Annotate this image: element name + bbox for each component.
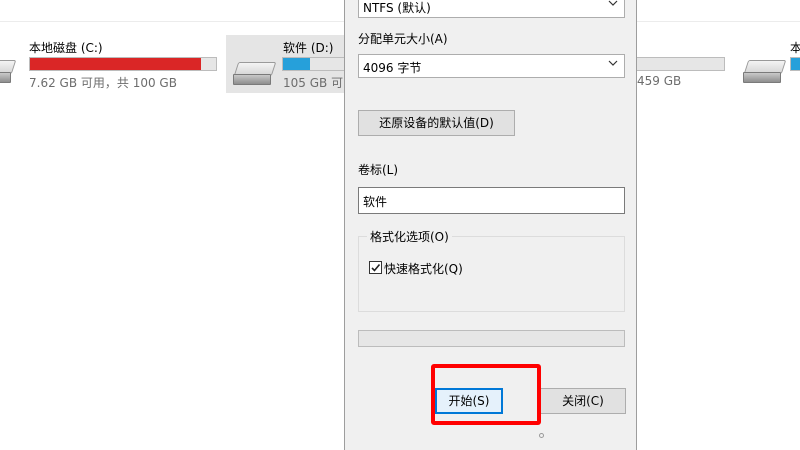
hard-drive-icon bbox=[233, 62, 277, 86]
close-button[interactable]: 关闭(C) bbox=[540, 388, 626, 414]
drive-name: 本 bbox=[790, 41, 800, 55]
drive-usage-fill bbox=[283, 58, 311, 70]
drive-space-text: 7.62 GB 可用，共 100 GB bbox=[29, 76, 177, 90]
drive-name: 软件 (D:) bbox=[283, 41, 334, 55]
resize-grip-icon[interactable] bbox=[539, 433, 544, 438]
drive-tile-d[interactable]: 软件 (D:) 105 GB 可 bbox=[226, 35, 352, 93]
format-options-title: 格式化选项(O) bbox=[367, 228, 452, 245]
drive-space-text: 459 GB bbox=[637, 74, 682, 88]
hard-drive-icon bbox=[0, 60, 17, 84]
hard-drive-icon bbox=[743, 60, 787, 84]
allocation-size-label: 分配单元大小(A) bbox=[358, 32, 448, 46]
allocation-size-value: 4096 字节 bbox=[363, 61, 422, 75]
drive-tile-f[interactable]: 本 bbox=[740, 38, 800, 96]
checkmark-icon bbox=[371, 263, 381, 272]
quick-format-label[interactable]: 快速格式化(Q) bbox=[384, 260, 463, 277]
volume-label-input[interactable]: 软件 bbox=[358, 187, 625, 214]
drive-usage-bar bbox=[635, 57, 725, 71]
chevron-down-icon bbox=[608, 0, 618, 6]
allocation-size-select[interactable]: 4096 字节 bbox=[358, 54, 625, 78]
drive-usage-fill bbox=[30, 58, 202, 70]
chevron-down-icon bbox=[608, 60, 618, 66]
drive-usage-bar bbox=[790, 57, 800, 71]
volume-label-caption: 卷标(L) bbox=[358, 163, 399, 177]
volume-label-value: 软件 bbox=[363, 195, 388, 209]
format-progress-bar bbox=[358, 330, 625, 347]
drive-usage-bar bbox=[282, 57, 352, 71]
restore-defaults-button[interactable]: 还原设备的默认值(D) bbox=[358, 110, 515, 136]
drive-tile-c[interactable]: 本地磁盘 (C:) 7.62 GB 可用，共 100 GB bbox=[0, 38, 220, 96]
file-system-select[interactable]: NTFS (默认) bbox=[358, 0, 625, 18]
drive-name: 本地磁盘 (C:) bbox=[29, 41, 103, 55]
drive-tile-e[interactable]: 459 GB bbox=[635, 38, 732, 96]
quick-format-checkbox[interactable] bbox=[369, 261, 382, 274]
file-system-value: NTFS (默认) bbox=[363, 1, 431, 15]
annotation-highlight-box bbox=[431, 364, 541, 425]
drive-usage-bar bbox=[29, 57, 217, 71]
drive-space-text: 105 GB 可 bbox=[283, 76, 344, 90]
format-options-group: 格式化选项(O) 快速格式化(Q) bbox=[358, 228, 625, 312]
drive-usage-fill bbox=[791, 58, 800, 70]
